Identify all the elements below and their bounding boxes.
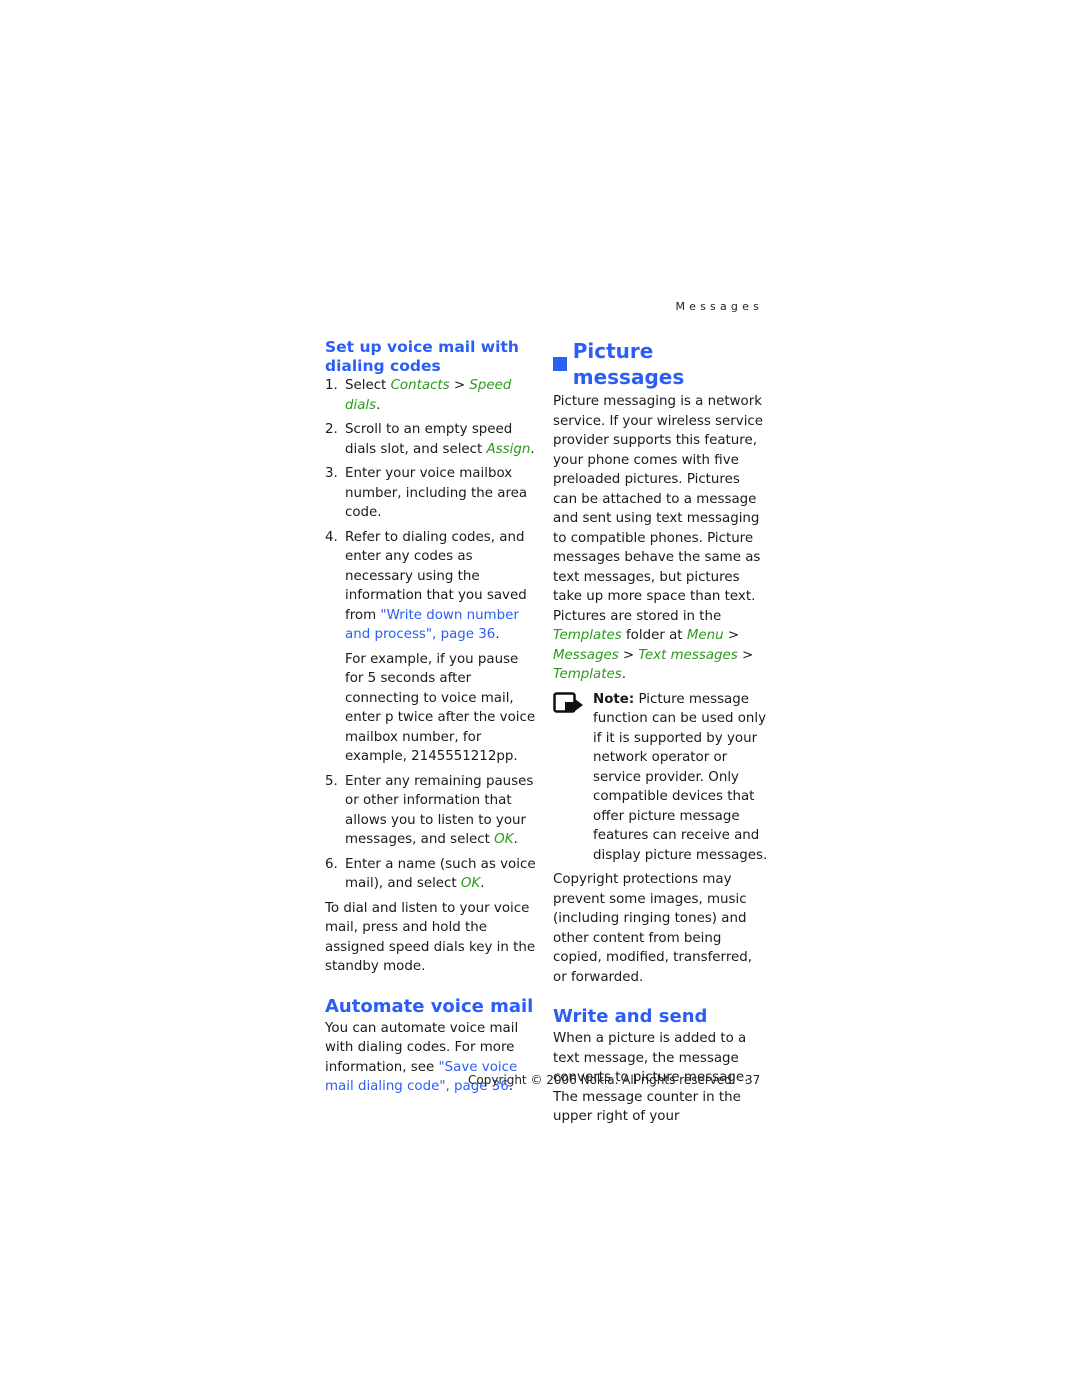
punct: .	[480, 876, 485, 891]
step-number: 5.	[325, 773, 338, 789]
note-body-text: Picture message function can be used onl…	[593, 691, 768, 863]
step-number: 1.	[325, 378, 338, 393]
punct: .	[513, 832, 518, 847]
step-item: 2. Scroll to an empty speed dials slot, …	[325, 420, 540, 459]
steps-list-continued: 5. Enter any remaining pauses or other i…	[325, 772, 540, 894]
page-number: 37	[745, 1073, 761, 1087]
menu-path-templates: Templates	[553, 667, 622, 682]
separator: >	[618, 647, 639, 663]
copyright-paragraph: Copyright protections may prevent some i…	[553, 872, 753, 985]
step-item: 1. Select Contacts > Speed dials.	[325, 376, 540, 415]
section-heading-voice-mail-codes: Set up voice mail with dialing codes	[325, 338, 519, 375]
example-paragraph: For example, if you pause for 5 seconds …	[345, 651, 536, 765]
menu-ref-ok: OK	[494, 832, 514, 847]
menu-path-text-messages: Text messages	[638, 647, 738, 663]
steps-list: 1. Select Contacts > Speed dials. 2. Scr…	[325, 376, 540, 645]
punct: .	[495, 627, 500, 642]
heading-text: Picture messages	[572, 339, 685, 389]
step-text: Enter a name (such as voice mail), and s…	[345, 856, 536, 892]
section-square-icon	[553, 357, 567, 371]
punct: .	[530, 441, 535, 457]
menu-ref-contacts: Contacts	[390, 378, 450, 393]
step-text: Select	[345, 378, 391, 393]
separator: >	[449, 378, 470, 393]
note-text: Note: Picture message function can be us…	[593, 690, 768, 866]
menu-path-messages: Messages	[553, 647, 619, 663]
section-heading-write-send: Write and send	[553, 1006, 708, 1027]
note-icon	[553, 690, 593, 866]
step-item: 6. Enter a name (such as voice mail), an…	[325, 855, 540, 894]
intro-text: folder at	[621, 628, 687, 643]
right-column: Picture messages Picture messaging is a …	[553, 338, 768, 1132]
footer-copyright: Copyright © 2006 Nokia. All rights reser…	[468, 1073, 736, 1087]
step-number: 6.	[325, 856, 338, 872]
left-column: Set up voice mail with dialing codes 1. …	[325, 338, 540, 1102]
intro-text: Picture messaging is a network service. …	[553, 394, 764, 624]
intro-paragraph: Picture messaging is a network service. …	[553, 392, 768, 685]
section-heading-automate: Automate voice mail	[325, 995, 534, 1017]
punct: .	[621, 667, 626, 682]
punct: .	[376, 397, 381, 413]
step-item: 3. Enter your voice mailbox number, incl…	[325, 464, 540, 523]
step-item: 5. Enter any remaining pauses or other i…	[325, 772, 540, 850]
step-number: 4.	[325, 529, 338, 545]
step-text: Enter your voice mailbox number, includi…	[345, 466, 528, 520]
separator: >	[737, 647, 754, 663]
running-head: Messages	[675, 300, 763, 313]
menu-path-menu: Menu	[686, 628, 724, 643]
note-block: Note: Picture message function can be us…	[553, 690, 768, 866]
step-number: 2.	[325, 422, 338, 437]
menu-ref-assign: Assign	[486, 441, 531, 457]
dial-paragraph: To dial and listen to your voice mail, p…	[325, 900, 536, 975]
section-heading-picture-messages: Picture messages	[553, 338, 768, 390]
separator: >	[723, 628, 740, 643]
step-number: 3.	[325, 466, 338, 481]
menu-ref-templates: Templates	[553, 628, 622, 643]
menu-ref-ok: OK	[460, 876, 481, 891]
step-item: 4. Refer to dialing codes, and enter any…	[325, 528, 540, 645]
note-label: Note:	[593, 691, 635, 707]
